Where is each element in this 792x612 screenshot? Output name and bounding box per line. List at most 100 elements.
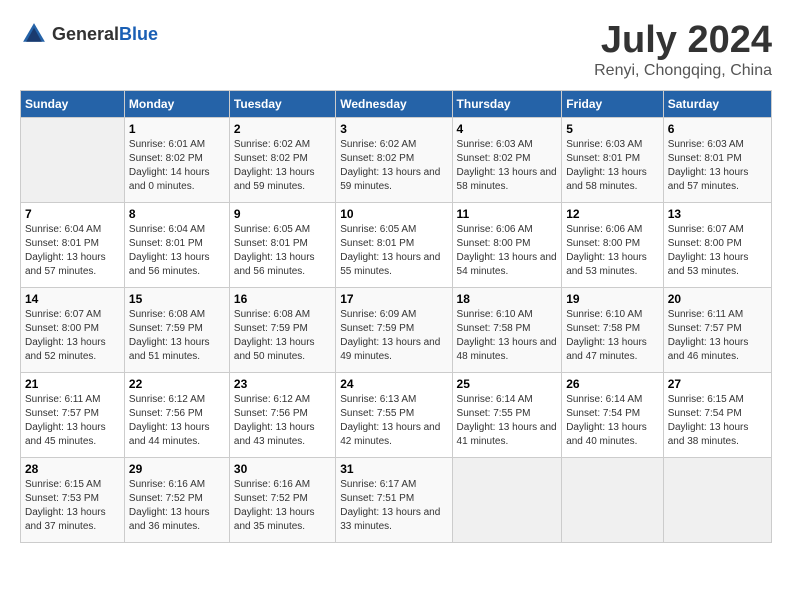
day-number: 9	[234, 207, 331, 221]
calendar-cell: 28 Sunrise: 6:15 AMSunset: 7:53 PMDaylig…	[21, 457, 125, 542]
calendar-cell: 20 Sunrise: 6:11 AMSunset: 7:57 PMDaylig…	[663, 287, 771, 372]
day-details: Sunrise: 6:02 AMSunset: 8:02 PMDaylight:…	[340, 138, 447, 194]
day-details: Sunrise: 6:10 AMSunset: 7:58 PMDaylight:…	[566, 308, 659, 364]
weekday-header: Saturday	[663, 90, 771, 117]
day-number: 19	[566, 292, 659, 306]
day-details: Sunrise: 6:16 AMSunset: 7:52 PMDaylight:…	[129, 478, 225, 534]
calendar-cell: 19 Sunrise: 6:10 AMSunset: 7:58 PMDaylig…	[562, 287, 664, 372]
day-details: Sunrise: 6:12 AMSunset: 7:56 PMDaylight:…	[129, 393, 225, 449]
title-area: July 2024 Renyi, Chongqing, China	[594, 20, 772, 80]
day-number: 2	[234, 122, 331, 136]
day-number: 26	[566, 377, 659, 391]
calendar-cell	[452, 457, 562, 542]
day-number: 17	[340, 292, 447, 306]
day-number: 21	[25, 377, 120, 391]
calendar-cell: 14 Sunrise: 6:07 AMSunset: 8:00 PMDaylig…	[21, 287, 125, 372]
logo-icon	[20, 20, 48, 48]
calendar-cell: 1 Sunrise: 6:01 AMSunset: 8:02 PMDayligh…	[124, 117, 229, 202]
weekday-header-row: SundayMondayTuesdayWednesdayThursdayFrid…	[21, 90, 772, 117]
weekday-header: Sunday	[21, 90, 125, 117]
day-details: Sunrise: 6:10 AMSunset: 7:58 PMDaylight:…	[457, 308, 558, 364]
day-number: 30	[234, 462, 331, 476]
day-details: Sunrise: 6:01 AMSunset: 8:02 PMDaylight:…	[129, 138, 225, 194]
calendar-cell: 13 Sunrise: 6:07 AMSunset: 8:00 PMDaylig…	[663, 202, 771, 287]
calendar-week-row: 1 Sunrise: 6:01 AMSunset: 8:02 PMDayligh…	[21, 117, 772, 202]
day-details: Sunrise: 6:08 AMSunset: 7:59 PMDaylight:…	[129, 308, 225, 364]
calendar-week-row: 28 Sunrise: 6:15 AMSunset: 7:53 PMDaylig…	[21, 457, 772, 542]
location-title: Renyi, Chongqing, China	[594, 62, 772, 80]
day-number: 16	[234, 292, 331, 306]
day-details: Sunrise: 6:05 AMSunset: 8:01 PMDaylight:…	[340, 223, 447, 279]
calendar-cell: 3 Sunrise: 6:02 AMSunset: 8:02 PMDayligh…	[336, 117, 452, 202]
logo-blue-text: Blue	[119, 24, 158, 44]
calendar-cell: 30 Sunrise: 6:16 AMSunset: 7:52 PMDaylig…	[229, 457, 335, 542]
day-number: 31	[340, 462, 447, 476]
logo: GeneralBlue	[20, 20, 158, 48]
day-number: 14	[25, 292, 120, 306]
day-details: Sunrise: 6:03 AMSunset: 8:02 PMDaylight:…	[457, 138, 558, 194]
day-details: Sunrise: 6:06 AMSunset: 8:00 PMDaylight:…	[457, 223, 558, 279]
day-number: 6	[668, 122, 767, 136]
calendar-week-row: 21 Sunrise: 6:11 AMSunset: 7:57 PMDaylig…	[21, 372, 772, 457]
day-details: Sunrise: 6:08 AMSunset: 7:59 PMDaylight:…	[234, 308, 331, 364]
calendar-cell: 16 Sunrise: 6:08 AMSunset: 7:59 PMDaylig…	[229, 287, 335, 372]
day-details: Sunrise: 6:02 AMSunset: 8:02 PMDaylight:…	[234, 138, 331, 194]
calendar-cell: 22 Sunrise: 6:12 AMSunset: 7:56 PMDaylig…	[124, 372, 229, 457]
weekday-header: Monday	[124, 90, 229, 117]
calendar-cell: 5 Sunrise: 6:03 AMSunset: 8:01 PMDayligh…	[562, 117, 664, 202]
day-details: Sunrise: 6:09 AMSunset: 7:59 PMDaylight:…	[340, 308, 447, 364]
day-details: Sunrise: 6:11 AMSunset: 7:57 PMDaylight:…	[25, 393, 120, 449]
day-number: 20	[668, 292, 767, 306]
day-number: 25	[457, 377, 558, 391]
day-number: 28	[25, 462, 120, 476]
calendar-cell: 4 Sunrise: 6:03 AMSunset: 8:02 PMDayligh…	[452, 117, 562, 202]
day-number: 27	[668, 377, 767, 391]
day-number: 15	[129, 292, 225, 306]
calendar-cell: 8 Sunrise: 6:04 AMSunset: 8:01 PMDayligh…	[124, 202, 229, 287]
day-number: 7	[25, 207, 120, 221]
day-details: Sunrise: 6:11 AMSunset: 7:57 PMDaylight:…	[668, 308, 767, 364]
calendar-cell: 25 Sunrise: 6:14 AMSunset: 7:55 PMDaylig…	[452, 372, 562, 457]
calendar-cell: 15 Sunrise: 6:08 AMSunset: 7:59 PMDaylig…	[124, 287, 229, 372]
weekday-header: Friday	[562, 90, 664, 117]
day-number: 4	[457, 122, 558, 136]
calendar-cell: 2 Sunrise: 6:02 AMSunset: 8:02 PMDayligh…	[229, 117, 335, 202]
weekday-header: Wednesday	[336, 90, 452, 117]
calendar-cell: 24 Sunrise: 6:13 AMSunset: 7:55 PMDaylig…	[336, 372, 452, 457]
day-details: Sunrise: 6:13 AMSunset: 7:55 PMDaylight:…	[340, 393, 447, 449]
day-details: Sunrise: 6:12 AMSunset: 7:56 PMDaylight:…	[234, 393, 331, 449]
calendar-table: SundayMondayTuesdayWednesdayThursdayFrid…	[20, 90, 772, 543]
calendar-cell: 27 Sunrise: 6:15 AMSunset: 7:54 PMDaylig…	[663, 372, 771, 457]
calendar-cell: 21 Sunrise: 6:11 AMSunset: 7:57 PMDaylig…	[21, 372, 125, 457]
day-details: Sunrise: 6:14 AMSunset: 7:55 PMDaylight:…	[457, 393, 558, 449]
logo-general-text: General	[52, 24, 119, 44]
calendar-cell: 17 Sunrise: 6:09 AMSunset: 7:59 PMDaylig…	[336, 287, 452, 372]
day-details: Sunrise: 6:05 AMSunset: 8:01 PMDaylight:…	[234, 223, 331, 279]
day-number: 23	[234, 377, 331, 391]
day-details: Sunrise: 6:07 AMSunset: 8:00 PMDaylight:…	[668, 223, 767, 279]
day-number: 3	[340, 122, 447, 136]
calendar-cell: 26 Sunrise: 6:14 AMSunset: 7:54 PMDaylig…	[562, 372, 664, 457]
page-header: GeneralBlue July 2024 Renyi, Chongqing, …	[20, 20, 772, 80]
day-details: Sunrise: 6:03 AMSunset: 8:01 PMDaylight:…	[668, 138, 767, 194]
day-details: Sunrise: 6:07 AMSunset: 8:00 PMDaylight:…	[25, 308, 120, 364]
day-number: 8	[129, 207, 225, 221]
weekday-header: Thursday	[452, 90, 562, 117]
day-details: Sunrise: 6:04 AMSunset: 8:01 PMDaylight:…	[129, 223, 225, 279]
day-details: Sunrise: 6:06 AMSunset: 8:00 PMDaylight:…	[566, 223, 659, 279]
day-number: 1	[129, 122, 225, 136]
calendar-cell: 11 Sunrise: 6:06 AMSunset: 8:00 PMDaylig…	[452, 202, 562, 287]
day-number: 22	[129, 377, 225, 391]
calendar-cell: 18 Sunrise: 6:10 AMSunset: 7:58 PMDaylig…	[452, 287, 562, 372]
day-details: Sunrise: 6:04 AMSunset: 8:01 PMDaylight:…	[25, 223, 120, 279]
calendar-cell	[562, 457, 664, 542]
calendar-cell	[21, 117, 125, 202]
calendar-week-row: 14 Sunrise: 6:07 AMSunset: 8:00 PMDaylig…	[21, 287, 772, 372]
day-number: 12	[566, 207, 659, 221]
calendar-cell: 9 Sunrise: 6:05 AMSunset: 8:01 PMDayligh…	[229, 202, 335, 287]
calendar-cell	[663, 457, 771, 542]
day-number: 13	[668, 207, 767, 221]
calendar-cell: 6 Sunrise: 6:03 AMSunset: 8:01 PMDayligh…	[663, 117, 771, 202]
day-number: 29	[129, 462, 225, 476]
day-number: 10	[340, 207, 447, 221]
